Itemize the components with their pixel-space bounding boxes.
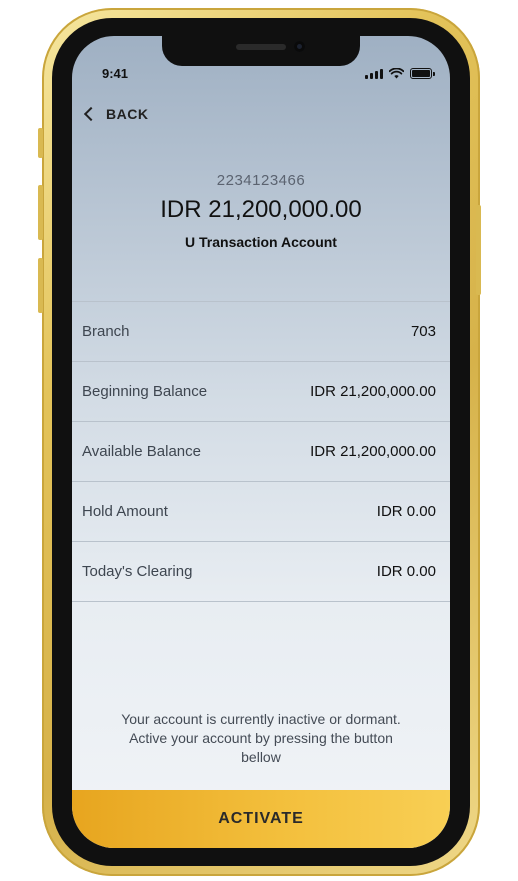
speaker (236, 44, 286, 50)
detail-label: Today's Clearing (82, 563, 193, 580)
detail-value: 703 (410, 323, 436, 340)
side-button (38, 258, 43, 313)
detail-value: IDR 0.00 (376, 503, 436, 520)
account-name: U Transaction Account (185, 234, 337, 250)
camera-icon (294, 41, 305, 52)
notch (162, 36, 360, 66)
account-number: 2234123466 (216, 172, 306, 189)
battery-icon (410, 68, 435, 79)
side-button (38, 128, 43, 158)
detail-label: Branch (82, 323, 130, 340)
status-bar: 9:41 (72, 66, 450, 86)
account-balance: IDR 21,200,000.00 (160, 196, 362, 223)
detail-row-beginning-balance: Beginning Balance IDR 21,200,000.00 (72, 362, 450, 422)
side-button (38, 185, 43, 240)
notice-line: bellow (241, 749, 281, 765)
detail-label: Available Balance (82, 443, 201, 460)
detail-label: Hold Amount (82, 503, 168, 520)
detail-value: IDR 21,200,000.00 (310, 443, 436, 460)
status-icons (365, 68, 435, 79)
detail-value: IDR 0.00 (376, 563, 436, 580)
back-button[interactable]: BACK (82, 106, 148, 122)
activate-button[interactable]: ACTIVATE (72, 790, 450, 848)
detail-row-todays-clearing: Today's Clearing IDR 0.00 (72, 542, 450, 602)
signal-icon (365, 68, 383, 79)
dormant-notice: Your account is currently inactive or do… (102, 710, 420, 767)
side-button (476, 205, 481, 295)
status-time: 9:41 (102, 66, 129, 81)
wifi-icon (389, 68, 404, 79)
detail-row-available-balance: Available Balance IDR 21,200,000.00 (72, 422, 450, 482)
back-label: BACK (106, 106, 149, 122)
notice-line: Active your account by pressing the butt… (129, 730, 393, 746)
detail-label: Beginning Balance (82, 383, 208, 400)
app-screen: 9:41 BACK 2234123466 IDR 21,200,000.00 U… (72, 36, 450, 848)
chevron-left-icon (83, 106, 99, 122)
detail-row-branch: Branch 703 (72, 302, 450, 362)
detail-row-hold-amount: Hold Amount IDR 0.00 (72, 482, 450, 542)
notice-line: Your account is currently inactive or do… (121, 711, 401, 727)
detail-value: IDR 21,200,000.00 (310, 383, 436, 400)
account-details: Branch 703 Beginning Balance IDR 21,200,… (72, 301, 450, 602)
